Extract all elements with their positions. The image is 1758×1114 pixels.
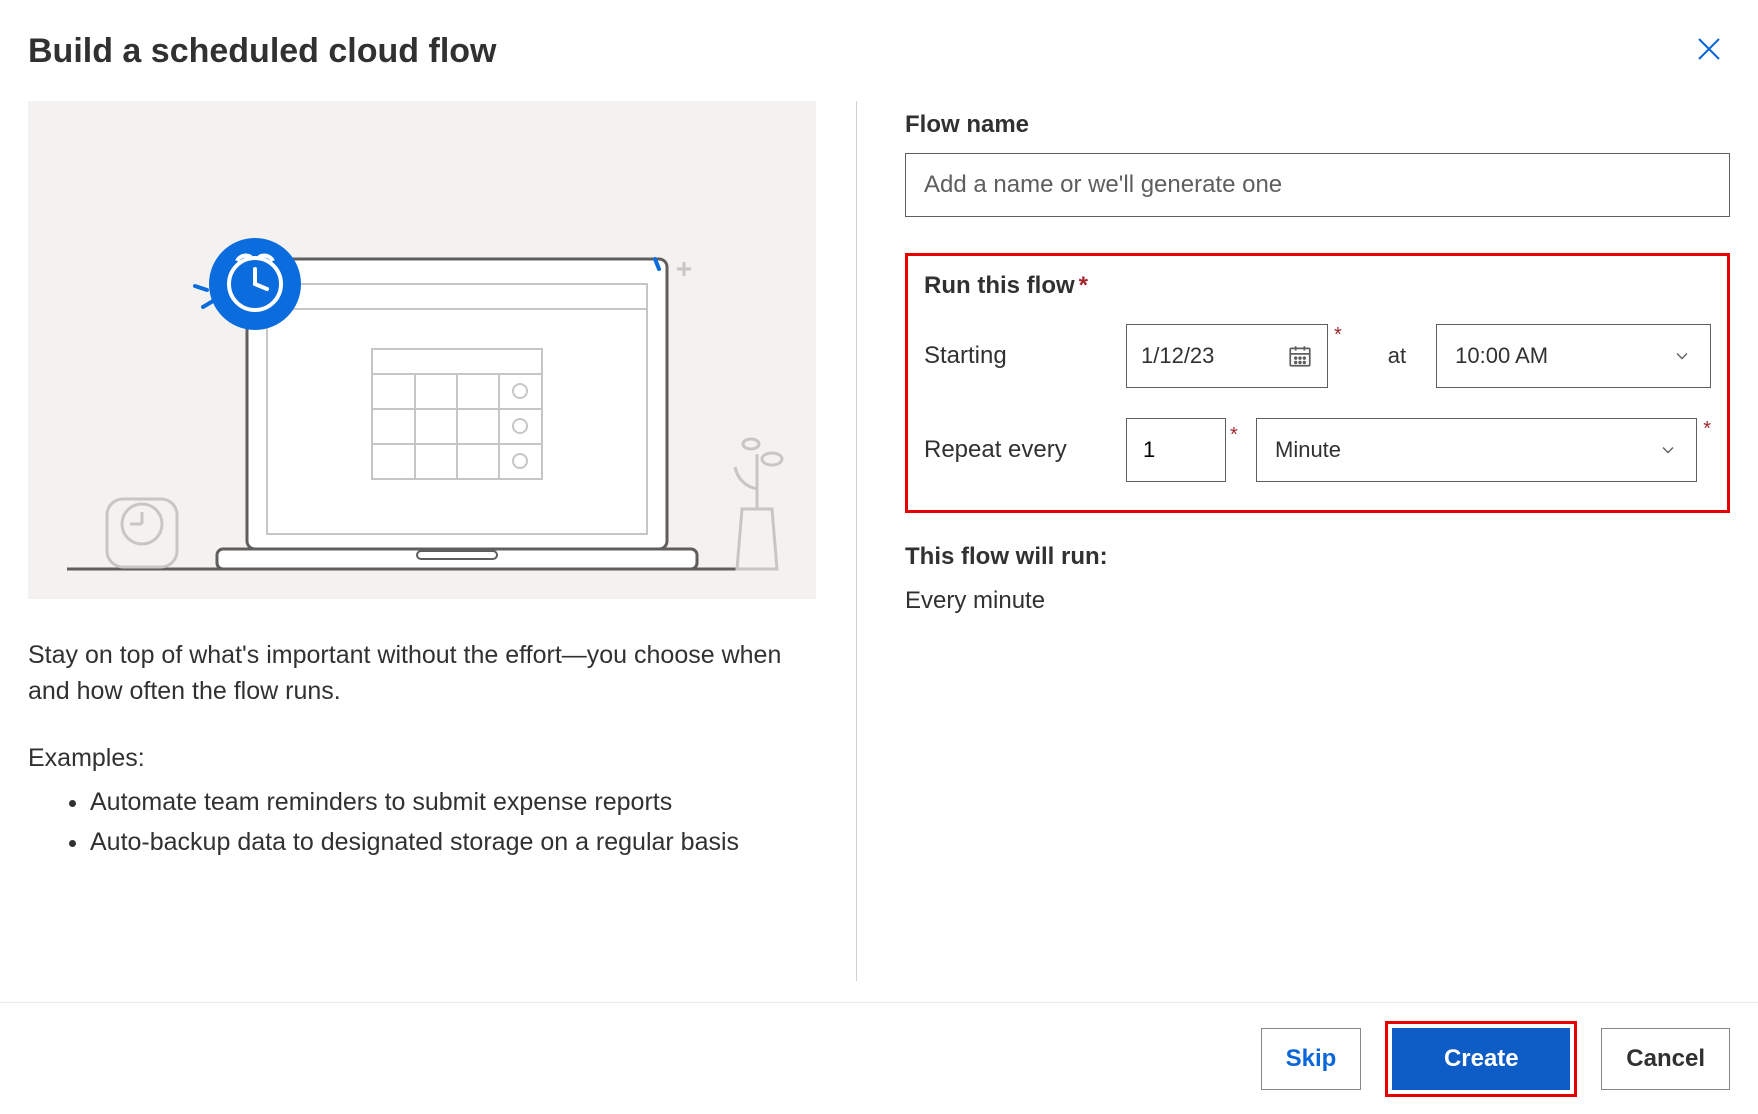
starting-date-value: 1/12/23: [1141, 343, 1214, 369]
calendar-icon: [1287, 343, 1313, 369]
starting-date-picker[interactable]: 1/12/23: [1126, 324, 1328, 388]
required-indicator: *: [1230, 424, 1238, 447]
description-text: Stay on top of what's important without …: [28, 637, 816, 710]
dialog-title: Build a scheduled cloud flow: [28, 32, 496, 71]
starting-label: Starting: [924, 342, 1126, 370]
example-item: Auto-backup data to designated storage o…: [90, 823, 816, 862]
starting-time-dropdown[interactable]: 10:00 AM: [1436, 324, 1711, 388]
create-button[interactable]: Create: [1392, 1028, 1570, 1090]
cancel-button[interactable]: Cancel: [1601, 1028, 1730, 1090]
summary-text: Every minute: [905, 587, 1730, 615]
run-section-label: Run this flow: [924, 272, 1075, 299]
skip-button[interactable]: Skip: [1261, 1028, 1362, 1090]
repeat-unit-value: Minute: [1275, 437, 1341, 463]
at-label: at: [1388, 343, 1406, 369]
run-this-flow-section: Run this flow* Starting 1/12/23: [905, 253, 1730, 513]
repeat-unit-dropdown[interactable]: Minute: [1256, 418, 1697, 482]
chevron-down-icon: [1672, 346, 1692, 366]
chevron-down-icon: [1658, 440, 1678, 460]
create-button-highlight: Create: [1385, 1021, 1577, 1097]
summary-label: This flow will run:: [905, 543, 1730, 571]
starting-time-value: 10:00 AM: [1455, 343, 1548, 369]
required-indicator: *: [1703, 418, 1711, 441]
repeat-interval-input[interactable]: [1126, 418, 1226, 482]
close-button[interactable]: [1688, 28, 1730, 75]
examples-label: Examples:: [28, 744, 816, 773]
flow-name-input[interactable]: [905, 153, 1730, 217]
repeat-every-label: Repeat every: [924, 436, 1126, 464]
flow-name-label: Flow name: [905, 111, 1730, 139]
example-item: Automate team reminders to submit expens…: [90, 783, 816, 822]
required-indicator: *: [1079, 272, 1088, 299]
close-icon: [1694, 34, 1724, 64]
required-indicator: *: [1334, 324, 1342, 347]
illustration: [28, 101, 816, 599]
